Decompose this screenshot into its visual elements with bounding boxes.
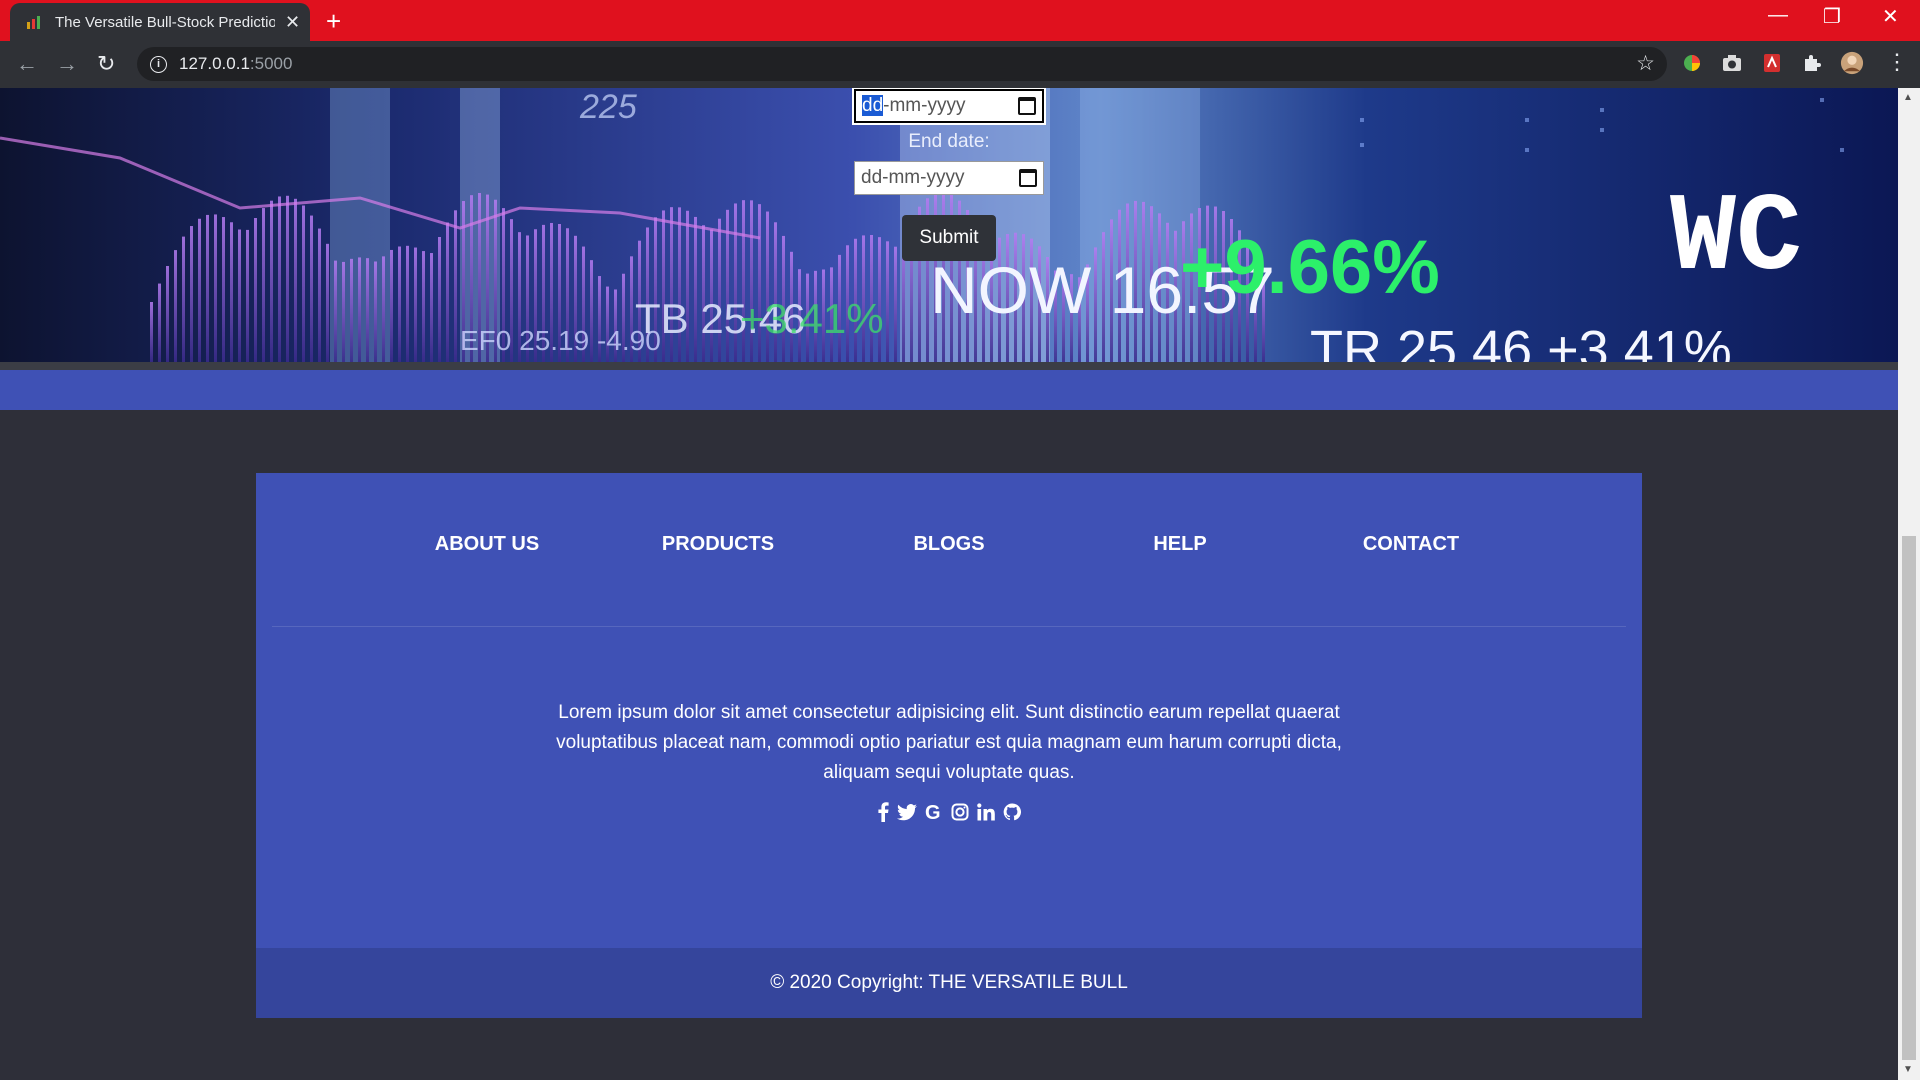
- end-date-input[interactable]: dd-mm-yyyy: [854, 161, 1044, 195]
- social-links: G: [256, 802, 1642, 822]
- wave-bar: [406, 245, 409, 362]
- wave-bar: [166, 265, 169, 362]
- restore-icon[interactable]: ❐: [1823, 4, 1841, 29]
- footer: ABOUT US PRODUCTS BLOGS HELP CONTACT Lor…: [256, 473, 1642, 1018]
- start-date-input[interactable]: dd-mm-yyyy: [852, 88, 1046, 125]
- reload-icon[interactable]: ↻: [97, 51, 115, 77]
- browser-tab[interactable]: The Versatile Bull-Stock Prediction ✕: [10, 3, 310, 41]
- new-tab-button[interactable]: +: [326, 6, 341, 37]
- extension-color-icon[interactable]: [1680, 51, 1704, 75]
- footer-link-products[interactable]: PRODUCTS: [662, 533, 774, 556]
- address-bar[interactable]: i 127.0.0.1:5000 ☆: [137, 47, 1667, 81]
- start-date-dd-segment[interactable]: dd: [862, 95, 884, 116]
- info-icon[interactable]: i: [150, 55, 167, 73]
- camera-icon[interactable]: [1720, 51, 1744, 75]
- wave-bar: [366, 258, 369, 362]
- wave-bar: [398, 246, 401, 362]
- end-date-placeholder: dd-mm-yyyy: [861, 167, 965, 188]
- calendar-icon[interactable]: [1019, 169, 1037, 187]
- wave-bar: [174, 250, 177, 362]
- end-date-label: End date:: [908, 131, 990, 152]
- wave-bar: [382, 256, 385, 362]
- back-arrow-icon[interactable]: ←: [16, 51, 38, 77]
- wave-bar: [326, 243, 329, 362]
- forward-arrow-icon[interactable]: →: [56, 51, 78, 77]
- scroll-up-arrow-icon[interactable]: ▲: [1903, 92, 1913, 103]
- github-icon[interactable]: [1003, 802, 1021, 822]
- copyright-bar: © 2020 Copyright: THE VERSATILE BULL: [256, 948, 1642, 1018]
- wave-bar: [150, 302, 153, 362]
- wave-bar: [158, 283, 161, 362]
- wave-bar: [430, 253, 433, 362]
- ticker-tr-text: TR 25.46 +3.41%: [1310, 320, 1732, 362]
- vertical-scrollbar[interactable]: ▲ ▼: [1898, 88, 1920, 1080]
- calendar-icon[interactable]: [1018, 97, 1036, 115]
- ticker-code-change: +3.41%: [740, 295, 884, 342]
- hero-divider: [0, 362, 1898, 370]
- ticker-left-text: EF0 25.19 -4.90: [460, 325, 661, 356]
- bookmark-star-icon[interactable]: ☆: [1636, 51, 1655, 76]
- scroll-down-arrow-icon[interactable]: ▼: [1903, 1064, 1913, 1075]
- footer-description: Lorem ipsum dolor sit amet consectetur a…: [556, 702, 1342, 783]
- facebook-icon[interactable]: [877, 802, 889, 822]
- svg-text:G: G: [925, 803, 941, 821]
- google-icon[interactable]: G: [925, 802, 943, 822]
- extensions-puzzle-icon[interactable]: [1800, 51, 1824, 75]
- browser-toolbar: ← → ↻ i 127.0.0.1:5000 ☆ ⋮: [0, 41, 1920, 88]
- wave-bar: [894, 246, 897, 362]
- submit-button[interactable]: Submit: [902, 215, 996, 261]
- copyright-text: © 2020 Copyright: THE VERSATILE BULL: [770, 972, 1128, 993]
- footer-nav: ABOUT US PRODUCTS BLOGS HELP CONTACT: [256, 533, 1642, 563]
- wave-bar: [342, 261, 345, 362]
- footer-link-about-us[interactable]: ABOUT US: [435, 533, 539, 556]
- wave-bar: [414, 247, 417, 362]
- wave-bar: [374, 261, 377, 362]
- stock-hero-banner: 225 EF0 25.19 -4.90 TB 25.46 +3.41% NOW …: [0, 88, 1898, 362]
- tab-strip: The Versatile Bull-Stock Prediction ✕ + …: [0, 0, 1920, 41]
- wave-bar: [390, 249, 393, 362]
- pdf-icon[interactable]: [1760, 51, 1784, 75]
- page-content: 225 EF0 25.19 -4.90 TB 25.46 +3.41% NOW …: [0, 88, 1898, 1080]
- tab-title: The Versatile Bull-Stock Prediction: [55, 13, 275, 31]
- footer-link-help[interactable]: HELP: [1153, 533, 1206, 556]
- twitter-icon[interactable]: [896, 802, 917, 822]
- window-close-icon[interactable]: ✕: [1882, 4, 1899, 29]
- footer-link-contact[interactable]: CONTACT: [1363, 533, 1459, 556]
- minimize-icon[interactable]: —: [1768, 4, 1788, 27]
- wave-bar: [422, 251, 425, 362]
- date-form: dd-mm-yyyy End date: dd-mm-yyyy Submit: [0, 88, 1898, 261]
- wave-bar: [358, 257, 361, 362]
- scroll-thumb[interactable]: [1902, 536, 1916, 1060]
- footer-link-blogs[interactable]: BLOGS: [913, 533, 984, 556]
- wave-bar: [350, 258, 353, 362]
- linkedin-icon[interactable]: [976, 802, 995, 822]
- url-host: 127.0.0.1: [179, 54, 250, 73]
- wave-bar: [334, 260, 337, 362]
- chart-favicon-icon: [27, 16, 40, 29]
- tab-close-icon[interactable]: ✕: [285, 12, 300, 33]
- footer-divider: [272, 626, 1626, 627]
- blue-band: [0, 370, 1898, 410]
- instagram-icon[interactable]: [951, 802, 969, 822]
- start-date-rest: -mm-yyyy: [883, 95, 966, 116]
- profile-avatar[interactable]: [1840, 51, 1864, 75]
- browser-menu-icon[interactable]: ⋮: [1886, 49, 1908, 75]
- url-port: :5000: [249, 54, 293, 73]
